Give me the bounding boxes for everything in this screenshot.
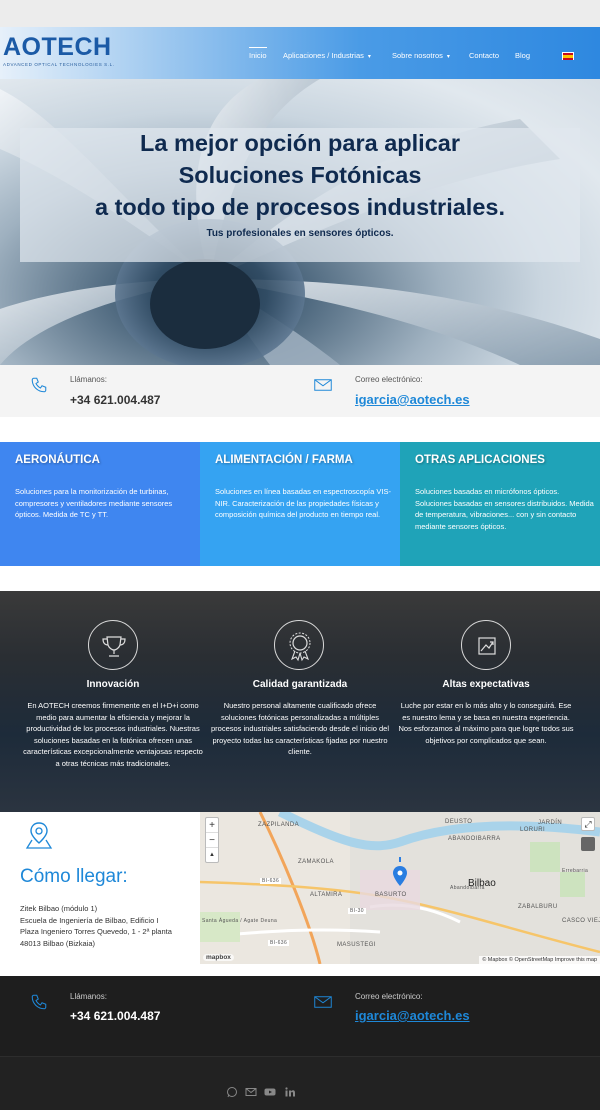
card-title: AERONÁUTICA bbox=[15, 454, 100, 466]
mapbox-logo[interactable]: mapbox bbox=[203, 954, 234, 961]
chevron-down-icon: ▾ bbox=[367, 54, 371, 60]
card-otras-aplicaciones[interactable]: OTRAS APLICACIONES Soluciones basadas en… bbox=[400, 442, 600, 566]
nav-item-aplicaciones[interactable]: Aplicaciones / Industrias ▾ bbox=[283, 51, 371, 60]
card-text: Soluciones en línea basadas en espectros… bbox=[215, 487, 391, 519]
phone-number[interactable]: +34 621.004.487 bbox=[70, 1009, 160, 1023]
card-text: Soluciones basadas en micrófonos ópticos… bbox=[415, 487, 594, 531]
phone-label: Llámanos: bbox=[70, 375, 107, 384]
map-layer-button[interactable] bbox=[581, 837, 595, 851]
mail-icon[interactable] bbox=[245, 1086, 257, 1098]
feature-title: Calidad garantizada bbox=[252, 679, 348, 690]
linkedin-icon[interactable] bbox=[284, 1086, 296, 1098]
location-title: Cómo llegar: bbox=[20, 866, 128, 887]
feature-title: Altas expectativas bbox=[442, 679, 530, 690]
feature-text: Nuestro personal altamente cualificado o… bbox=[210, 701, 390, 756]
card-title: ALIMENTACIÓN / FARMA bbox=[215, 454, 353, 466]
email-label: Correo electrónico: bbox=[355, 992, 423, 1001]
map-pin-icon[interactable] bbox=[393, 866, 407, 886]
nav-item-contacto[interactable]: Contacto bbox=[469, 51, 499, 60]
features-section: Innovación Calidad garantizada Altas exp… bbox=[0, 591, 600, 812]
site-header: AOTECH ADVANCED OPTICAL TECHNOLOGIES S.L… bbox=[0, 27, 600, 79]
map-tiles bbox=[200, 812, 600, 964]
hero-banner: La mejor opción para aplicar Soluciones … bbox=[0, 79, 600, 365]
nav-item-inicio[interactable]: Inicio bbox=[249, 47, 267, 60]
trophy-icon bbox=[88, 620, 138, 670]
map-attribution[interactable]: © Mapbox © OpenStreetMap Improve this ma… bbox=[479, 956, 600, 964]
browser-top-strip bbox=[0, 0, 600, 27]
card-title: OTRAS APLICACIONES bbox=[415, 454, 545, 466]
logo-tagline: ADVANCED OPTICAL TECHNOLOGIES S.L. bbox=[3, 62, 115, 67]
zoom-in-button[interactable]: + bbox=[206, 818, 218, 833]
map-widget[interactable]: ZAZPILANDA DEUSTO ABANDOIBARRA ZAMAKOLA … bbox=[200, 812, 600, 964]
card-aeronautica[interactable]: AERONÁUTICA Soluciones para la monitoriz… bbox=[0, 442, 200, 566]
growth-chart-icon bbox=[461, 620, 511, 670]
feature-text: En AOTECH creemos firmemente en el I+D+i… bbox=[23, 701, 203, 768]
chevron-down-icon: ▾ bbox=[446, 54, 450, 60]
map-zoom-controls: + − ▲ bbox=[205, 817, 219, 863]
hero-subtitle: Tus profesionales en sensores ópticos. bbox=[206, 228, 394, 239]
phone-icon bbox=[31, 377, 47, 393]
industries-cards: AERONÁUTICA Soluciones para la monitoriz… bbox=[0, 442, 600, 566]
feature-title: Innovación bbox=[86, 679, 140, 690]
card-alimentacion-farma[interactable]: ALIMENTACIÓN / FARMA Soluciones en línea… bbox=[200, 442, 400, 566]
map-location-icon bbox=[25, 822, 53, 849]
compass-button[interactable]: ▲ bbox=[206, 848, 218, 863]
feature-text: Luche por estar en lo más alto y lo cons… bbox=[398, 701, 574, 745]
phone-number[interactable]: +34 621.004.487 bbox=[70, 393, 160, 407]
youtube-icon[interactable] bbox=[264, 1086, 276, 1098]
email-label: Correo electrónico: bbox=[355, 375, 423, 384]
nav-item-blog[interactable]: Blog bbox=[515, 51, 530, 60]
contact-strip: Llámanos: +34 621.004.487 Correo electró… bbox=[0, 365, 600, 417]
spain-flag-icon[interactable] bbox=[562, 52, 574, 60]
phone-icon bbox=[31, 994, 47, 1010]
nav-item-sobre-nosotros[interactable]: Sobre nosotros ▾ bbox=[392, 51, 450, 60]
site-footer bbox=[0, 1056, 600, 1110]
phone-label: Llámanos: bbox=[70, 992, 107, 1001]
email-link[interactable]: igarcia@aotech.es bbox=[355, 1008, 470, 1023]
award-medal-icon bbox=[274, 620, 324, 670]
envelope-icon bbox=[314, 379, 332, 391]
hero-title: La mejor opción para aplicar Soluciones … bbox=[94, 130, 505, 220]
fullscreen-icon[interactable]: ⤢ bbox=[581, 817, 595, 831]
footer-contact-strip: Llámanos: +34 621.004.487 Correo electró… bbox=[0, 976, 600, 1056]
card-text: Soluciones para la monitorización de tur… bbox=[15, 487, 173, 519]
location-section: Cómo llegar: Zitek Bilbao (módulo 1) Esc… bbox=[0, 812, 600, 964]
envelope-icon bbox=[314, 996, 332, 1008]
email-link[interactable]: igarcia@aotech.es bbox=[355, 392, 470, 407]
location-address: Zitek Bilbao (módulo 1) Escuela de Ingen… bbox=[20, 904, 172, 948]
zoom-out-button[interactable]: − bbox=[206, 833, 218, 848]
whatsapp-icon[interactable] bbox=[226, 1086, 238, 1098]
site-logo[interactable]: AOTECH bbox=[3, 33, 112, 62]
